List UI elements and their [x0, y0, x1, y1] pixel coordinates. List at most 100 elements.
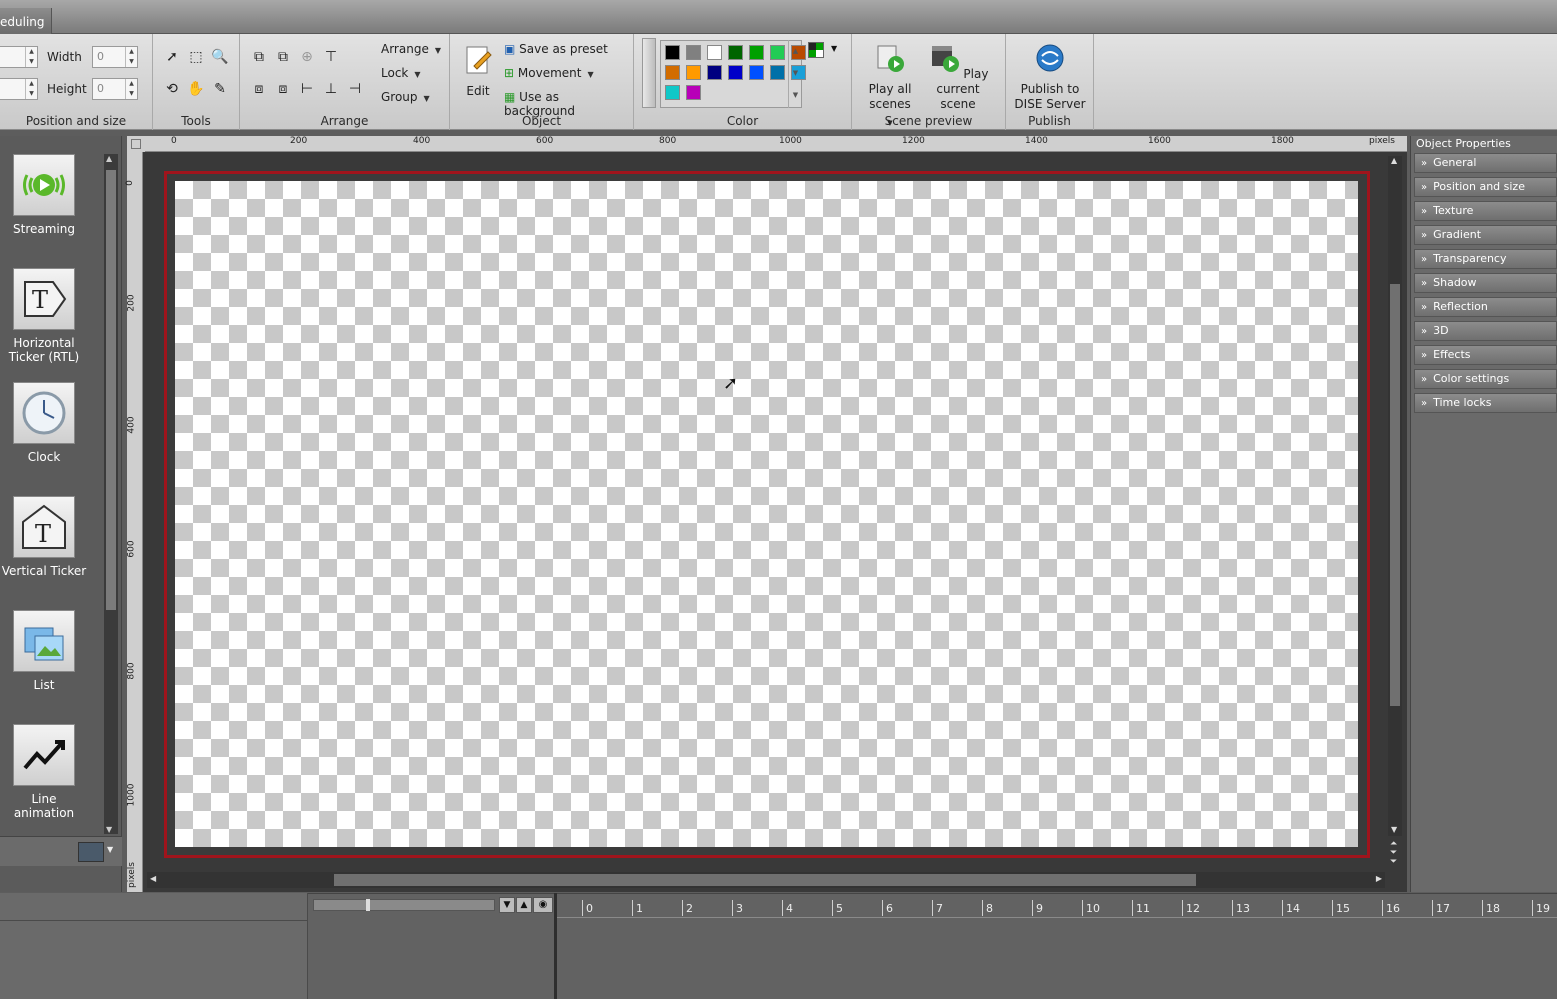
- color-swatch[interactable]: [770, 65, 785, 80]
- arrange-dropdown[interactable]: Arrange ▼: [381, 42, 441, 56]
- timeline-up-icon[interactable]: ▲: [516, 897, 532, 913]
- height-spin-arrows[interactable]: ▲ ▼: [125, 79, 137, 99]
- hscroll-left-icon[interactable]: ◀: [150, 874, 156, 883]
- tab-scheduling[interactable]: eduling: [0, 8, 52, 34]
- property-section[interactable]: » Effects: [1414, 345, 1557, 365]
- timeline-eye-icon[interactable]: ◉: [533, 897, 553, 913]
- property-section[interactable]: » Texture: [1414, 201, 1557, 221]
- property-section[interactable]: » General: [1414, 153, 1557, 173]
- property-section-label: General: [1433, 156, 1477, 169]
- color-swatch[interactable]: [665, 85, 680, 100]
- timeline-zoom-handle[interactable]: [366, 899, 370, 911]
- group-label-scene-preview: Scene preview: [884, 114, 973, 128]
- color-swatch[interactable]: [686, 65, 701, 80]
- hand-icon[interactable]: ✋: [187, 80, 205, 98]
- hscroll-thumb[interactable]: [334, 874, 1196, 886]
- y-spin-arrows[interactable]: ▲ ▼: [25, 79, 37, 99]
- tool-vertical-ticker[interactable]: T Vertical Ticker: [0, 496, 88, 578]
- rotate-icon[interactable]: ⟲: [163, 80, 181, 98]
- view-mode-caret-icon[interactable]: ▼: [107, 845, 113, 854]
- x-field[interactable]: ▲ ▼: [0, 46, 38, 68]
- align-bottom-icon[interactable]: ⊥: [322, 80, 340, 98]
- eyedropper-icon[interactable]: ✎: [211, 80, 229, 98]
- tool-streaming[interactable]: Streaming: [0, 154, 88, 236]
- property-section[interactable]: » Position and size: [1414, 177, 1557, 197]
- tool-line-animation[interactable]: Line animation: [0, 724, 88, 820]
- send-backward-icon[interactable]: ⧉: [274, 48, 292, 66]
- align-right-icon[interactable]: ⊣: [346, 80, 364, 98]
- vscroll-thumb[interactable]: [1390, 284, 1400, 706]
- color-swatch[interactable]: [686, 85, 701, 100]
- timeline-down-icon[interactable]: ▼: [499, 897, 515, 913]
- save-preset-button[interactable]: ▣ Save as preset: [504, 42, 608, 56]
- timeline-tick-mark: [982, 900, 983, 916]
- property-section[interactable]: » 3D: [1414, 321, 1557, 341]
- color-swatch[interactable]: [749, 45, 764, 60]
- tool-clock[interactable]: Clock: [0, 382, 88, 464]
- tool-horizontal-ticker-rtl[interactable]: T Horizontal Ticker (RTL): [0, 268, 88, 364]
- edit-button[interactable]: Edit: [460, 44, 496, 99]
- tools-scroll-thumb[interactable]: [106, 170, 116, 610]
- play-current-scene-button[interactable]: Play current scene: [924, 42, 992, 112]
- tools-scroll-up-icon[interactable]: ▲: [106, 154, 112, 163]
- select-area-icon[interactable]: ⬚: [187, 48, 205, 66]
- fill-color-caret-icon[interactable]: ▼: [831, 44, 837, 53]
- color-swatch[interactable]: [728, 65, 743, 80]
- movement-icon: ⊞: [504, 66, 515, 80]
- timeline-zoom-slider[interactable]: [313, 899, 495, 911]
- align-left-icon[interactable]: ⊢: [298, 80, 316, 98]
- bring-forward-icon[interactable]: ⧉: [250, 48, 268, 66]
- tools-scrollbar[interactable]: ▲ ▼: [104, 154, 118, 834]
- ruler-corner[interactable]: [127, 136, 145, 152]
- bring-to-front-icon[interactable]: ⧈: [250, 80, 268, 98]
- transparent-canvas[interactable]: [175, 181, 1358, 847]
- timeline-tick-label: 0: [586, 902, 593, 915]
- height-input[interactable]: 0 ▲ ▼: [92, 78, 138, 100]
- property-section[interactable]: » Transparency: [1414, 249, 1557, 269]
- canvas-horizontal-scrollbar[interactable]: ◀ ▶: [147, 872, 1385, 888]
- vscroll-down-icon[interactable]: ▼: [1391, 825, 1397, 834]
- align-top-icon[interactable]: ⊤: [322, 48, 340, 66]
- palette-scroll[interactable]: ▲ ▼ ▼: [788, 40, 802, 108]
- tool-vertical-ticker-label: Vertical Ticker: [1, 564, 87, 578]
- group-arrange: ⧉ ⧉ ⊕ ⊤ ⧈ ⧈ ⊢ ⊥ ⊣ Arrange ▼ Lock ▼ Group ▼ …: [240, 34, 450, 130]
- color-swatch[interactable]: [665, 65, 680, 80]
- lock-dropdown[interactable]: Lock ▼: [381, 66, 421, 80]
- zoom-icon[interactable]: 🔍: [211, 48, 229, 66]
- color-swatch[interactable]: [770, 45, 785, 60]
- color-swatch[interactable]: [749, 65, 764, 80]
- color-palette-grip[interactable]: [642, 38, 656, 108]
- color-swatch[interactable]: [707, 65, 722, 80]
- center-icon[interactable]: ⊕: [298, 48, 316, 66]
- canvas-vertical-scrollbar[interactable]: ▲ ▼: [1388, 156, 1402, 836]
- view-mode-icon[interactable]: [78, 842, 104, 862]
- color-swatch[interactable]: [686, 45, 701, 60]
- send-to-back-icon[interactable]: ⧈: [274, 80, 292, 98]
- tool-list[interactable]: List: [0, 610, 88, 692]
- group-dropdown[interactable]: Group ▼: [381, 90, 430, 104]
- movement-dropdown[interactable]: ⊞ Movement ▼: [504, 66, 594, 80]
- property-section[interactable]: » Reflection: [1414, 297, 1557, 317]
- publish-dise-button[interactable]: Publish to DISE Server: [1014, 42, 1086, 112]
- svg-text:T: T: [35, 520, 51, 548]
- zoom-toggle-icon[interactable]: ⏶ ⏷ ⏷: [1390, 840, 1397, 867]
- y-field[interactable]: ▲ ▼: [0, 78, 38, 100]
- timeline-ruler[interactable]: 0 1 2 3 4 5 6 7 8 9 10 11 12 13 14 15 16 17 18 19: [557, 896, 1557, 918]
- color-swatch[interactable]: [665, 45, 680, 60]
- color-swatch[interactable]: [728, 45, 743, 60]
- color-swatch[interactable]: [707, 45, 722, 60]
- pointer-icon[interactable]: ➚: [163, 48, 181, 66]
- property-section[interactable]: » Time locks: [1414, 393, 1557, 413]
- vscroll-up-icon[interactable]: ▲: [1391, 156, 1397, 165]
- hscroll-right-icon[interactable]: ▶: [1376, 874, 1382, 883]
- timeline-tick-label: 5: [836, 902, 843, 915]
- property-section[interactable]: » Shadow: [1414, 273, 1557, 293]
- tools-scroll-down-icon[interactable]: ▼: [106, 825, 112, 834]
- ticker-rtl-icon: T: [13, 268, 75, 330]
- fill-color-icon[interactable]: [808, 42, 824, 58]
- width-input[interactable]: 0 ▲ ▼: [92, 46, 138, 68]
- property-section[interactable]: » Gradient: [1414, 225, 1557, 245]
- x-spin-arrows[interactable]: ▲ ▼: [25, 47, 37, 67]
- width-spin-arrows[interactable]: ▲ ▼: [125, 47, 137, 67]
- property-section[interactable]: » Color settings: [1414, 369, 1557, 389]
